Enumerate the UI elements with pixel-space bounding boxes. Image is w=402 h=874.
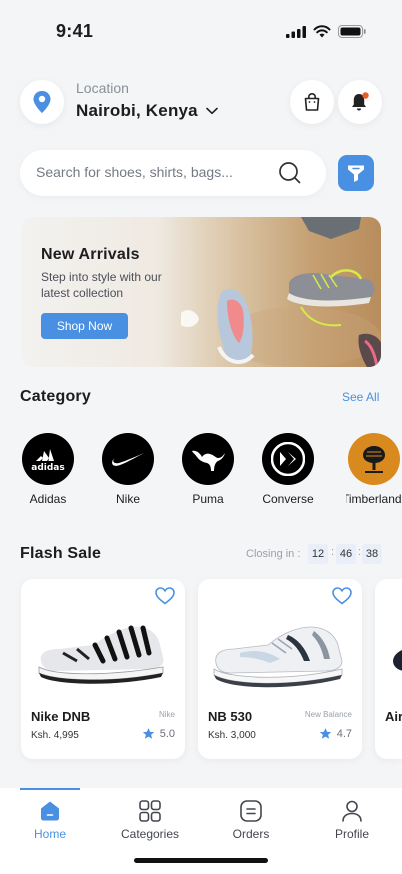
location-selector[interactable]: Nairobi, Kenya	[76, 101, 218, 121]
wifi-icon	[313, 25, 331, 38]
nav-orders[interactable]: Orders	[211, 799, 291, 841]
nav-label: Home	[33, 827, 66, 841]
product-rating: 4.7	[319, 727, 352, 740]
cart-button[interactable]	[290, 80, 334, 124]
nav-label: Categories	[120, 827, 180, 841]
product-card[interactable]: NB 530 New Balance Ksh. 3,000 4.7	[198, 579, 362, 759]
active-tab-indicator	[20, 788, 80, 790]
search-icon[interactable]	[278, 161, 302, 185]
product-price: Ksh. 4,995	[31, 730, 79, 741]
nav-label: Profile	[334, 827, 369, 841]
timer-seconds: 38	[362, 544, 382, 564]
signal-icon	[286, 25, 306, 38]
nike-dnb-shoe-image	[38, 625, 164, 684]
filter-icon	[348, 165, 364, 182]
status-bar: 9:41	[0, 0, 402, 62]
nav-label: Orders	[232, 827, 270, 841]
heart-icon[interactable]	[155, 587, 175, 605]
rating-value: 4.7	[336, 727, 352, 740]
search-placeholder: Search for shoes, shirts, bags...	[36, 164, 233, 180]
shoe-image	[393, 650, 402, 671]
search-input[interactable]: Search for shoes, shirts, bags...	[20, 150, 326, 196]
see-all-link[interactable]: See All	[342, 390, 379, 404]
nav-home[interactable]: Home	[10, 799, 90, 841]
location-value: Nairobi, Kenya	[76, 101, 198, 120]
banner-title: New Arrivals	[41, 246, 140, 263]
location-button[interactable]	[20, 80, 64, 124]
timer-hours: 12	[308, 544, 328, 564]
chevron-down-icon	[206, 107, 218, 115]
category-item-nike[interactable]: Nike	[101, 433, 155, 506]
category-label: Timberland	[346, 492, 402, 506]
home-indicator	[134, 858, 268, 863]
star-icon	[319, 728, 331, 739]
sneakers-banner-image	[181, 217, 381, 367]
heart-icon[interactable]	[332, 587, 352, 605]
product-card[interactable]: Air	[375, 579, 402, 759]
new-arrivals-banner[interactable]: New Arrivals Step into style with our la…	[21, 217, 381, 367]
status-icons	[286, 25, 366, 38]
category-item-timberland[interactable]: Timberland	[346, 433, 402, 506]
converse-logo	[262, 433, 314, 485]
timer-separator: :	[358, 546, 362, 558]
shop-now-button[interactable]: Shop Now	[41, 313, 128, 339]
filter-button[interactable]	[338, 155, 374, 191]
star-icon	[142, 728, 154, 739]
notifications-button[interactable]	[338, 80, 382, 124]
timer-minutes: 46	[336, 544, 356, 564]
rating-value: 5.0	[159, 727, 175, 740]
product-name: NB 530	[208, 709, 253, 724]
category-label: Adidas	[29, 492, 67, 506]
puma-logo	[182, 433, 234, 485]
nb-530-shoe-image	[213, 626, 343, 688]
profile-icon	[342, 800, 362, 822]
nike-logo	[102, 433, 154, 485]
category-label: Nike	[115, 492, 140, 506]
product-card[interactable]: Nike DNB Nike Ksh. 4,995 5.0	[21, 579, 185, 759]
adidas-logo: adidas	[22, 433, 74, 485]
category-title: Category	[20, 388, 91, 405]
category-item-converse[interactable]: Converse	[261, 433, 315, 506]
grid-icon	[139, 800, 161, 822]
product-name: Nike DNB	[31, 709, 91, 724]
product-name: Air	[385, 709, 402, 724]
category-label: Converse	[262, 492, 314, 506]
svg-text:adidas: adidas	[31, 463, 64, 473]
timberland-logo	[348, 433, 400, 485]
home-icon	[41, 801, 59, 821]
flash-sale-title: Flash Sale	[20, 545, 102, 562]
location-pin-icon	[33, 91, 51, 113]
bell-icon	[352, 92, 369, 111]
banner-subtitle: Step into style with our latest collecti…	[41, 270, 162, 300]
nav-profile[interactable]: Profile	[312, 799, 392, 841]
status-time: 9:41	[56, 21, 94, 41]
product-brand: New Balance	[304, 710, 352, 719]
category-item-puma[interactable]: Puma	[181, 433, 235, 506]
product-rating: 5.0	[142, 727, 175, 740]
nav-categories[interactable]: Categories	[110, 799, 190, 841]
location-caption: Location	[76, 80, 129, 96]
closing-in-label: Closing in :	[246, 548, 301, 560]
battery-icon	[338, 25, 366, 38]
category-item-adidas[interactable]: adidas Adidas	[21, 433, 75, 506]
shopping-bag-icon	[304, 93, 320, 111]
category-label: Puma	[192, 492, 224, 506]
product-brand: Nike	[158, 710, 175, 719]
timer-separator: :	[331, 546, 335, 558]
orders-icon	[240, 800, 262, 822]
product-price: Ksh. 3,000	[208, 730, 256, 741]
